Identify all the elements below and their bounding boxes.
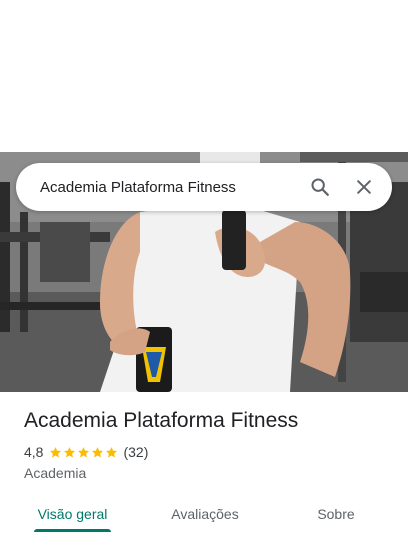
- star-icon: [92, 446, 104, 457]
- tab-overview-label: Visão geral: [37, 506, 108, 522]
- active-tab-indicator: [34, 529, 111, 532]
- star-icon: [64, 446, 76, 457]
- close-icon: [357, 180, 371, 194]
- search-bar[interactable]: Academia Plataforma Fitness: [16, 163, 392, 211]
- tab-about[interactable]: Sobre: [306, 496, 366, 532]
- review-count[interactable]: (32): [123, 444, 148, 460]
- tab-reviews-label: Avaliações: [171, 506, 239, 522]
- rating-row[interactable]: 4,8 (32): [24, 444, 148, 460]
- clear-search-button[interactable]: [342, 163, 386, 211]
- place-category: Academia: [24, 465, 87, 481]
- tab-about-label: Sobre: [317, 506, 355, 522]
- place-sheet: Academia Plataforma Fitness Academia Pla…: [0, 0, 408, 544]
- rating-value: 4,8: [24, 444, 44, 460]
- search-button[interactable]: [298, 163, 342, 211]
- rating-stars: [49, 446, 119, 459]
- place-tabs: Visão geral Avaliações Sobre: [0, 496, 408, 544]
- star-icon: [106, 446, 118, 457]
- star-icon: [78, 446, 90, 457]
- search-input[interactable]: Academia Plataforma Fitness: [40, 179, 298, 196]
- star-icon: [50, 446, 62, 457]
- search-icon: [311, 178, 329, 196]
- tab-reviews[interactable]: Avaliações: [160, 496, 250, 532]
- tab-overview[interactable]: Visão geral: [30, 496, 115, 532]
- place-title: Academia Plataforma Fitness: [24, 409, 299, 432]
